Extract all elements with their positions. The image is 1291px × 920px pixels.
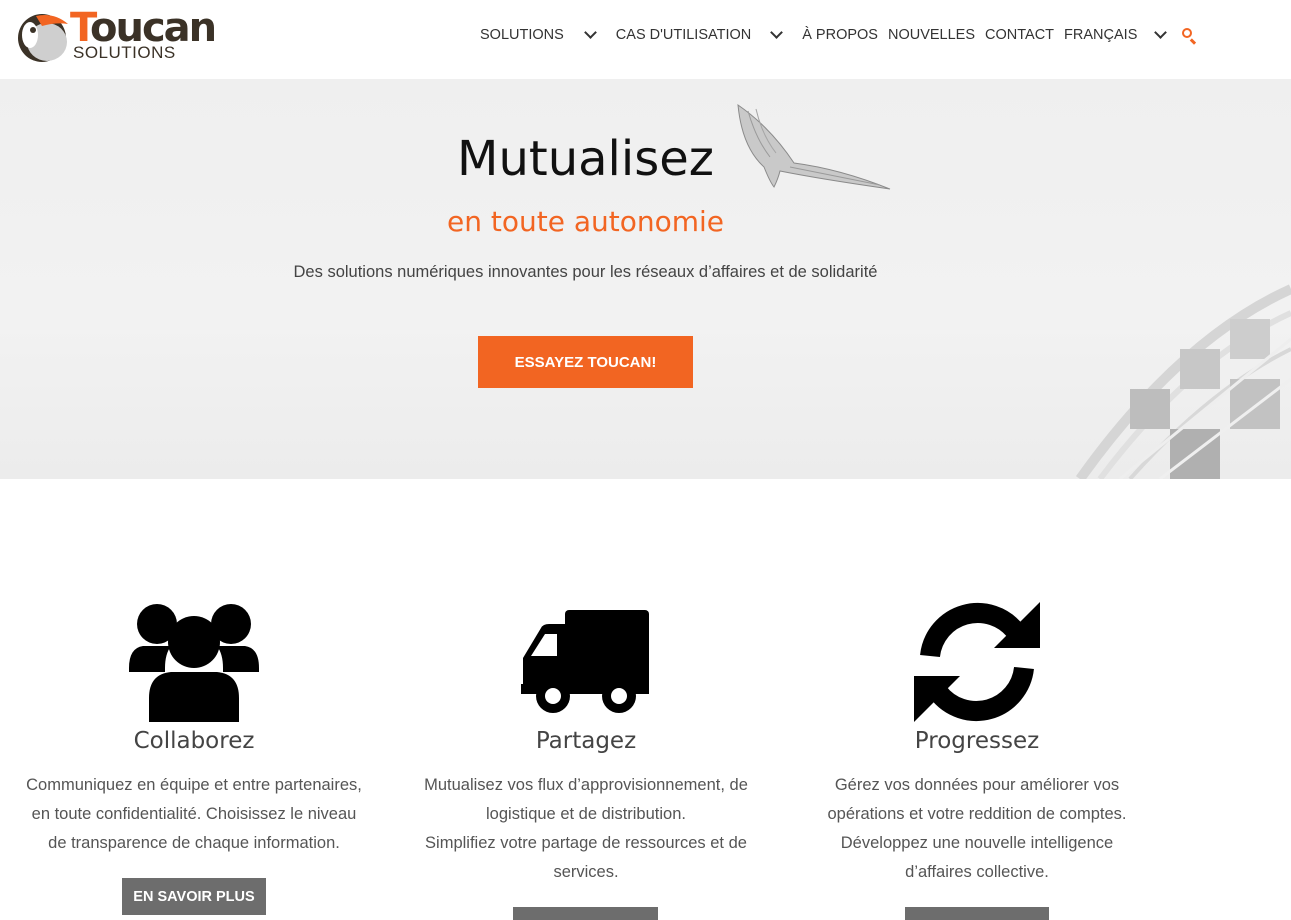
main-nav: SOLUTIONS CAS D'UTILISATION À PROPOS NOU…	[480, 22, 1197, 48]
nav-label-a-propos: À PROPOS	[802, 27, 878, 43]
toucan-logo[interactable]: Toucan SOLUTIONS	[16, 6, 226, 64]
learn-more-button[interactable]: EN SAVOIR PLUS	[122, 878, 266, 915]
nav-item-nouvelles[interactable]: NOUVELLES	[888, 27, 975, 43]
site-header: Toucan SOLUTIONS SOLUTIONS CAS D'UTILISA…	[0, 0, 1291, 79]
nav-label-cas-utilisation: CAS D'UTILISATION	[615, 27, 752, 43]
logo-subtitle: SOLUTIONS	[73, 43, 176, 62]
nav-item-cas-utilisation[interactable]: CAS D'UTILISATION	[615, 26, 784, 43]
feature-progressez: Progressez Gérez vos données pour amélio…	[787, 598, 1167, 920]
search-icon[interactable]	[1181, 27, 1197, 45]
nav-item-contact[interactable]: CONTACT	[985, 27, 1054, 43]
feature-title: Progressez	[914, 728, 1040, 754]
nav-item-language[interactable]: FRANÇAIS	[1064, 26, 1168, 43]
chevron-down-icon[interactable]	[1154, 26, 1168, 39]
feature-collaborez: Collaborez Communiquez en équipe et entr…	[4, 598, 384, 915]
toucan-logo-icon	[18, 14, 68, 62]
nav-label-language: FRANÇAIS	[1064, 27, 1138, 43]
chevron-down-icon[interactable]	[583, 26, 597, 39]
refresh-icon	[912, 598, 1042, 726]
feature-partagez: Partagez Mutualisez vos flux d’approvisi…	[396, 598, 776, 920]
users-icon	[129, 598, 259, 726]
learn-more-button[interactable]	[905, 907, 1049, 920]
feature-description: Mutualisez vos flux d’approvisionnement,…	[424, 776, 748, 881]
hero-banner: Mutualisez en toute autonomie Des soluti…	[0, 79, 1291, 479]
ferris-wheel-illustration	[1075, 284, 1291, 479]
feature-description: Communiquez en équipe et entre partenair…	[26, 776, 362, 852]
hero-title: Mutualisez	[457, 131, 714, 187]
chevron-down-icon[interactable]	[770, 26, 784, 39]
nav-label-solutions: SOLUTIONS	[480, 27, 564, 43]
nav-item-solutions[interactable]: SOLUTIONS	[480, 26, 597, 43]
hero-description: Des solutions numériques innovantes pour…	[293, 263, 878, 281]
truck-icon	[521, 598, 651, 726]
nav-label-contact: CONTACT	[985, 27, 1055, 43]
feature-description: Gérez vos données pour améliorer vos opé…	[827, 776, 1127, 881]
learn-more-button[interactable]	[513, 907, 658, 920]
feature-title: Partagez	[535, 728, 637, 754]
nav-label-nouvelles: NOUVELLES	[887, 27, 976, 43]
feature-title: Collaborez	[133, 728, 255, 754]
try-toucan-button[interactable]: ESSAYEZ TOUCAN!	[478, 336, 693, 388]
hero-subtitle: en toute autonomie	[446, 205, 724, 238]
nav-item-a-propos[interactable]: À PROPOS	[802, 27, 878, 43]
